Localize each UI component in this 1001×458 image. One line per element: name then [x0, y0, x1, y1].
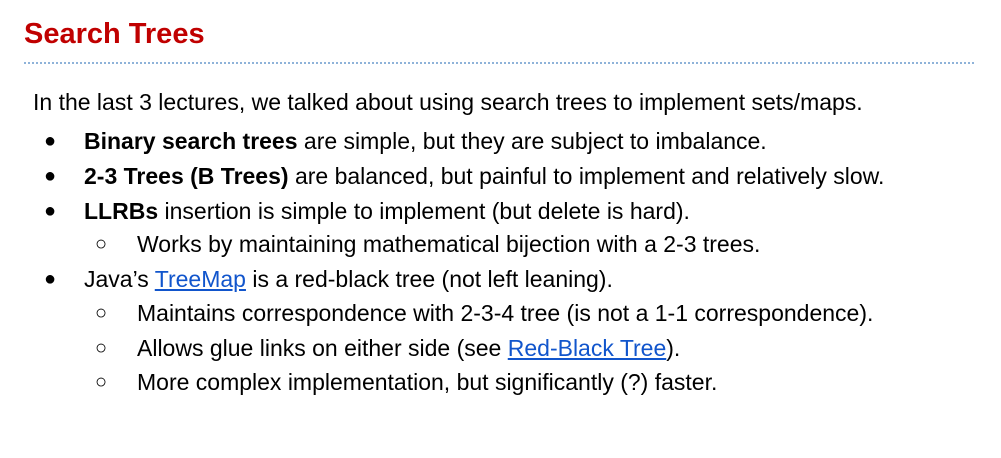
sub-bullet-marker: ○: [95, 233, 108, 255]
bullet-text: insertion is simple to implement (but de…: [158, 198, 690, 224]
sub-bullet-bijection: Works by maintaining mathematical biject…: [137, 231, 761, 257]
red-black-tree-link[interactable]: Red-Black Tree: [508, 335, 667, 361]
bullet-marker: ●: [44, 165, 57, 187]
sub-bullet-glue-links: Allows glue links on either side (see Re…: [137, 333, 680, 363]
bullet-marker: ●: [44, 268, 57, 290]
bullet-text: Java’s: [84, 266, 155, 292]
bullet-bold-term: Binary search trees: [84, 128, 298, 154]
sub-bullet-marker: ○: [95, 371, 108, 393]
bullet-llrbs: LLRBs insertion is simple to implement (…: [84, 196, 690, 226]
bullet-marker: ●: [44, 200, 57, 222]
slide-title: Search Trees: [24, 18, 205, 50]
bullet-text: ).: [666, 335, 681, 361]
title-divider: [24, 62, 974, 64]
bullet-text: are simple, but they are subject to imba…: [297, 128, 767, 154]
sub-bullet-correspondence: Maintains correspondence with 2-3-4 tree…: [137, 300, 874, 326]
sub-bullet-marker: ○: [95, 337, 108, 359]
bullet-2-3-trees: 2-3 Trees (B Trees) are balanced, but pa…: [84, 161, 884, 191]
treemap-link[interactable]: TreeMap: [155, 266, 246, 292]
sub-bullet-marker: ○: [95, 302, 108, 324]
bullet-text: are balanced, but painful to implement a…: [288, 163, 885, 189]
bullet-marker: ●: [44, 130, 57, 152]
bullet-java-treemap: Java’s TreeMap is a red-black tree (not …: [84, 264, 613, 294]
bullet-text: Allows glue links on either side (see: [137, 335, 508, 361]
bullet-text: is a red-black tree (not left leaning).: [245, 266, 613, 292]
bullet-bold-term: 2-3 Trees (B Trees): [84, 163, 289, 189]
intro-paragraph: In the last 3 lectures, we talked about …: [33, 89, 863, 115]
bullet-binary-search-trees: Binary search trees are simple, but they…: [84, 126, 767, 156]
bullet-bold-term: LLRBs: [84, 198, 159, 224]
sub-bullet-complexity: More complex implementation, but signifi…: [137, 369, 718, 395]
